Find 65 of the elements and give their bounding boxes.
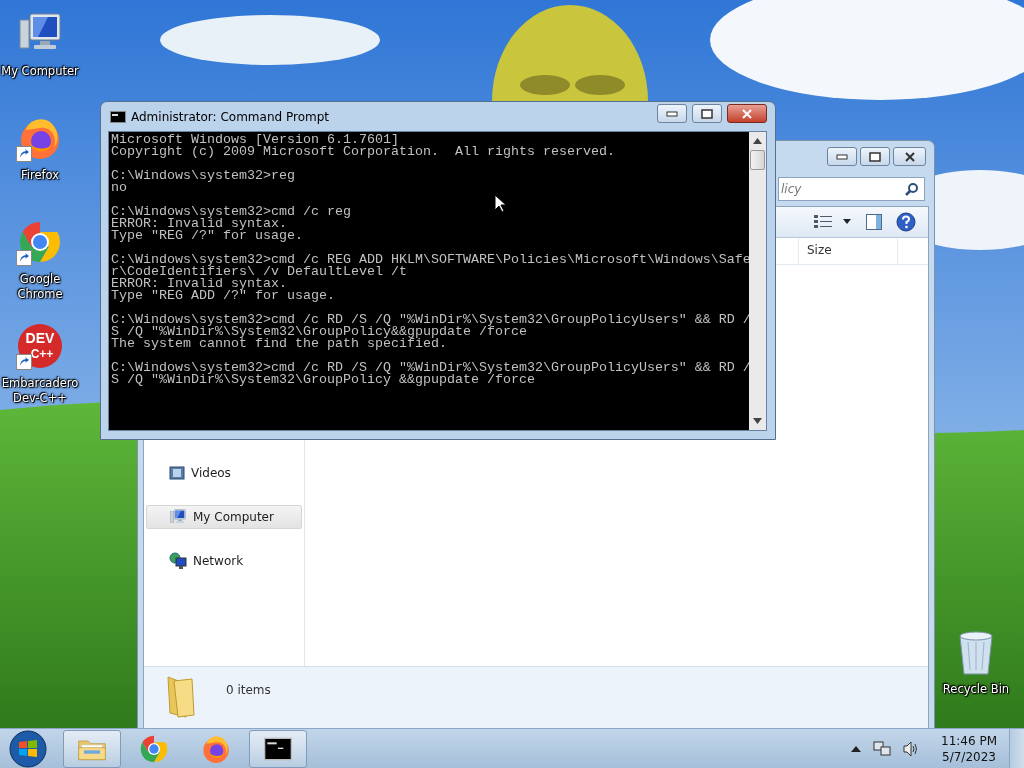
console-line: Copyright (c) 2009 Microsoft Corporation. All rights reserved.	[111, 146, 616, 158]
minimize-button[interactable]	[827, 147, 857, 166]
list-view-icon	[814, 215, 832, 229]
console-line: S /Q "%WinDir%\System32\GroupPolicy&&gpupdate /force	[111, 326, 527, 338]
nav-item-label: Videos	[191, 466, 231, 480]
cursor-icon	[494, 194, 506, 213]
scroll-thumb[interactable]	[750, 150, 765, 170]
scroll-down-icon	[753, 418, 762, 424]
search-icon	[905, 182, 919, 196]
console-line: Microsoft Windows [Version 6.1.7601]	[111, 134, 399, 146]
computer-icon	[169, 508, 187, 526]
console-line: The system cannot find the path specified.	[111, 338, 447, 350]
console-line: Type "REG ADD /?" for usage.	[111, 290, 336, 302]
caret-icon	[842, 219, 852, 225]
console-line: ERROR: Invalid syntax.	[111, 278, 288, 290]
recycle-bin-icon[interactable]	[956, 630, 996, 676]
status-text: 0 items	[226, 683, 271, 697]
scroll-up-icon	[753, 138, 762, 144]
console-line: C:\Windows\system32>cmd /c REG ADD HKLM\SOFTWARE\Policies\Microsoft\Windows\Safe	[111, 254, 749, 266]
minimize-button[interactable]	[657, 104, 687, 123]
window-title: Administrator: Command Prompt	[131, 109, 329, 124]
start-button[interactable]	[9, 729, 47, 768]
view-options-button[interactable]	[814, 215, 852, 229]
clock-time: 11:46 PM	[941, 732, 997, 749]
restore-icon	[701, 108, 713, 119]
close-icon	[903, 151, 916, 162]
film-icon	[169, 466, 185, 480]
help-button[interactable]	[896, 212, 916, 232]
console-line: S /Q "%WinDir%\System32\GroupPolicy &&gpupdate /force	[111, 374, 535, 386]
console-line: Type "REG /?" for usage.	[111, 230, 304, 242]
minimize-icon	[836, 153, 848, 160]
nav-pane-item[interactable]: Videos	[146, 461, 302, 485]
desktop-icon-label[interactable]: My Computer	[0, 64, 80, 79]
nav-pane-item[interactable]: Network	[146, 549, 302, 573]
console-line: C:\Windows\system32>reg	[111, 170, 296, 182]
close-button[interactable]	[893, 147, 926, 166]
console-line: ERROR: Invalid syntax.	[111, 218, 287, 230]
clock-date: 5/7/2023	[942, 748, 996, 765]
nav-item-label: Network	[193, 554, 244, 568]
close-icon	[741, 108, 753, 119]
maximize-button[interactable]	[860, 147, 890, 166]
network-icon	[169, 552, 187, 570]
pane-icon	[866, 214, 882, 230]
close-button[interactable]	[727, 104, 767, 123]
folder-icon	[164, 673, 198, 719]
console-line: C:\Windows\system32>cmd /c reg	[111, 206, 352, 218]
taskbar-button[interactable]	[249, 729, 307, 768]
volume-icon[interactable]	[903, 740, 919, 757]
network-icon[interactable]	[873, 740, 891, 757]
preview-pane-button[interactable]	[866, 214, 882, 230]
desktop-icon-label[interactable]: Recycle Bin	[936, 682, 1016, 697]
nav-item-label: My Computer	[193, 510, 274, 524]
console-icon	[110, 110, 126, 123]
console-line: no	[111, 182, 127, 194]
maximize-button[interactable]	[692, 104, 722, 123]
minimize-icon	[666, 110, 678, 117]
console-line: r\CodeIdentifiers\ /v DefaultLevel /t	[111, 266, 408, 278]
help-icon	[896, 212, 916, 232]
restore-icon	[869, 151, 881, 162]
show-hidden-icons-icon[interactable]	[851, 744, 861, 753]
clock[interactable]: 11:46 PM 5/7/2023	[933, 732, 1005, 765]
column-header[interactable]: Size	[798, 238, 898, 264]
nav-pane-item[interactable]: My Computer	[146, 505, 302, 529]
scrollbar[interactable]	[749, 132, 766, 430]
search-field[interactable]: licy	[778, 177, 925, 201]
